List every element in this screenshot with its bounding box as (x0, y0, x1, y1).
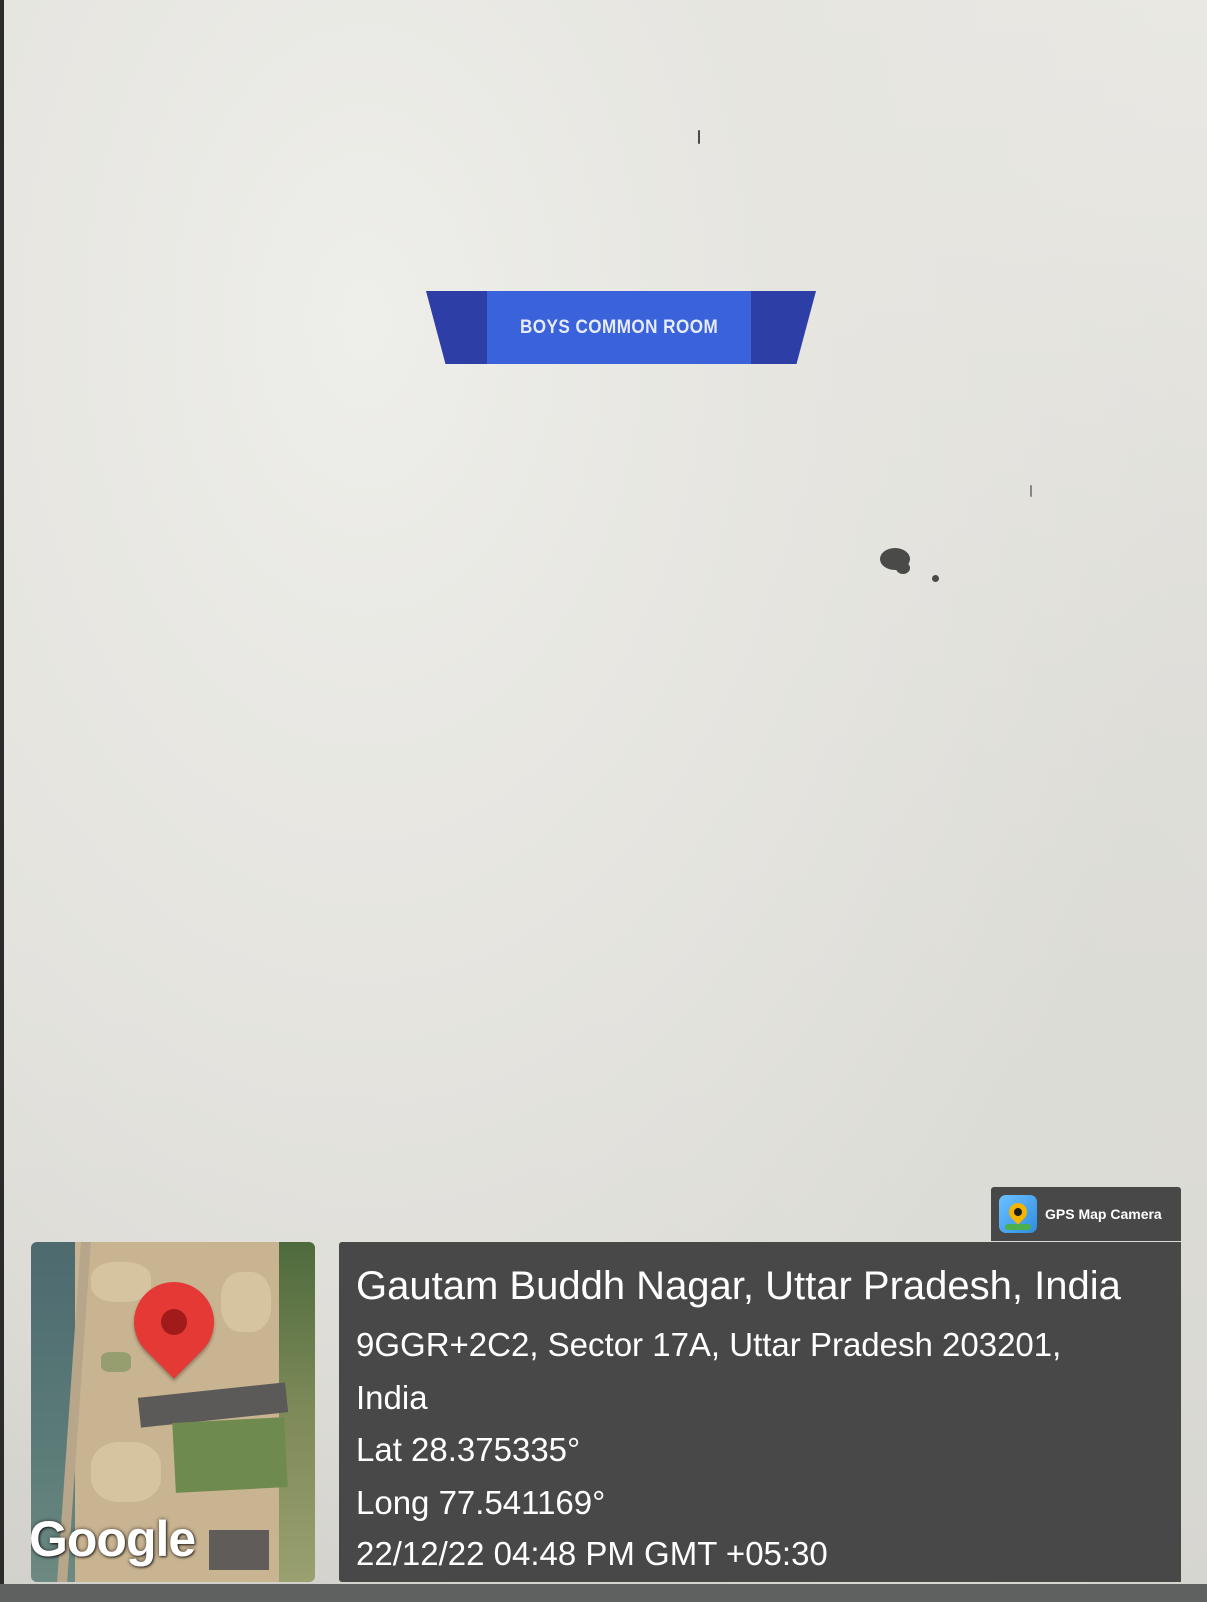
gps-camera-app-icon (999, 1195, 1037, 1233)
gps-camera-brand-label: GPS Map Camera (1045, 1206, 1162, 1222)
location-info-panel: Gautam Buddh Nagar, Uttar Pradesh, India… (339, 1242, 1181, 1582)
wall-stain (932, 575, 939, 582)
map-building (209, 1530, 269, 1570)
google-logo: Google (31, 1511, 196, 1567)
address-line: 9GGR+2C2, Sector 17A, Uttar Pradesh 2032… (356, 1326, 1062, 1363)
timestamp: 22/12/22 04:48 PM GMT +05:30 (356, 1535, 828, 1572)
left-border (0, 0, 4, 1602)
room-sign-text: BOYS COMMON ROOM (519, 316, 719, 338)
latitude: Lat 28.375335° (356, 1431, 581, 1468)
location-title: Gautam Buddh Nagar, Uttar Pradesh, India (356, 1264, 1121, 1308)
wall-crack (1030, 485, 1032, 497)
floor-strip (0, 1584, 1207, 1602)
longitude: Long 77.541169° (356, 1484, 606, 1521)
room-sign-panel: BOYS COMMON ROOM (487, 291, 751, 364)
map-field (172, 1417, 288, 1493)
gps-camera-badge: GPS Map Camera (991, 1187, 1181, 1241)
wall-crack (698, 130, 700, 144)
satellite-map-thumbnail: Google (31, 1242, 315, 1582)
address-country: India (356, 1379, 428, 1416)
wall-stain (896, 562, 910, 574)
room-sign: BOYS COMMON ROOM (426, 291, 816, 364)
